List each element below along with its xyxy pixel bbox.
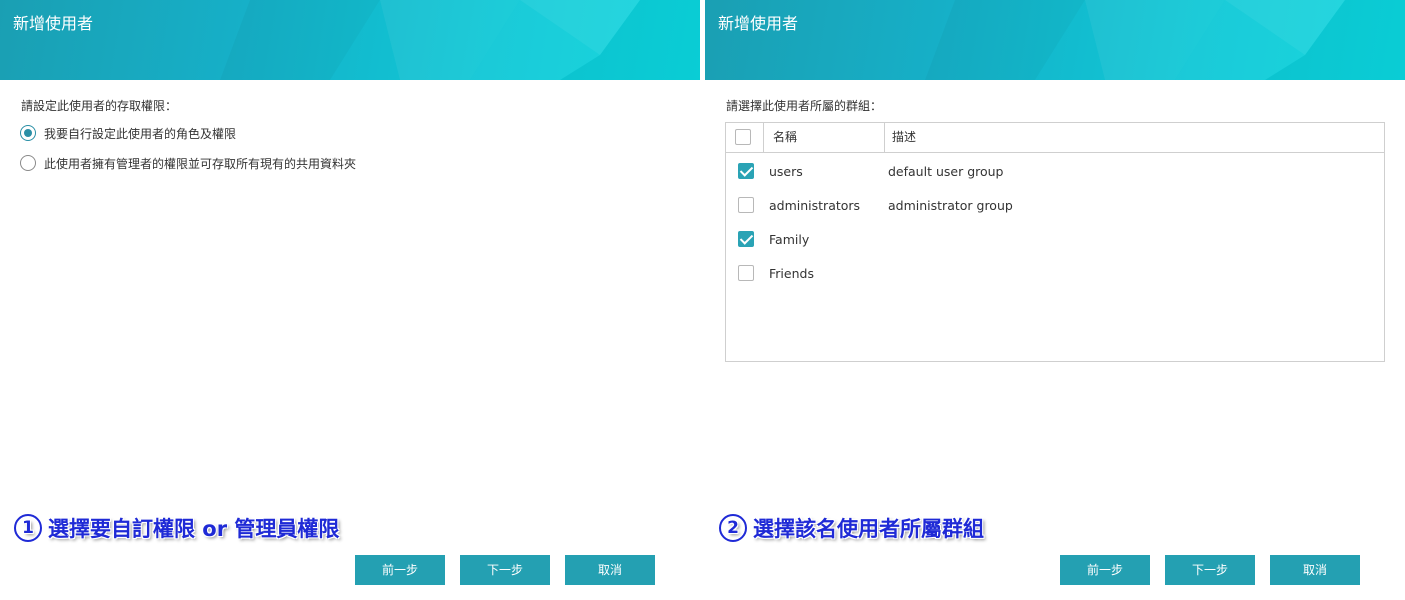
- radio-unselected-icon[interactable]: [20, 155, 36, 171]
- option-label: 我要自行設定此使用者的角色及權限: [44, 126, 237, 141]
- group-description: default user group: [888, 164, 1004, 179]
- next-button[interactable]: 下一步: [1165, 555, 1255, 585]
- select-all-checkbox[interactable]: [735, 129, 751, 145]
- group-prompt: 請選擇此使用者所屬的群組：: [726, 99, 883, 113]
- step-number: 1: [14, 514, 42, 542]
- header-check-cell: [726, 123, 764, 152]
- option-label: 此使用者擁有管理者的權限並可存取所有現有的共用資料夾: [44, 156, 357, 171]
- back-button[interactable]: 前一步: [355, 555, 445, 585]
- cancel-button[interactable]: 取消: [1270, 555, 1360, 585]
- next-button[interactable]: 下一步: [460, 555, 550, 585]
- cancel-button[interactable]: 取消: [565, 555, 655, 585]
- group-table: 名稱 描述 users default user group administr…: [725, 122, 1385, 362]
- table-row[interactable]: administrators administrator group: [726, 188, 1384, 222]
- row-checkbox-checked[interactable]: [738, 231, 754, 247]
- row-checkbox-checked[interactable]: [738, 163, 754, 179]
- step-annotation: 1 選擇要自訂權限 or 管理員權限: [14, 511, 339, 545]
- group-description: administrator group: [888, 198, 1013, 213]
- step-text: 選擇該名使用者所屬群組: [753, 517, 984, 541]
- dialog-header: 新增使用者: [0, 0, 700, 80]
- step-annotation: 2 選擇該名使用者所屬群組: [719, 511, 984, 545]
- header-background-pattern: [380, 0, 700, 80]
- table-row[interactable]: Family: [726, 222, 1384, 256]
- group-name: Friends: [769, 266, 814, 281]
- permission-dialog: 新增使用者 請設定此使用者的存取權限： 我要自行設定此使用者的角色及權限 此使用…: [0, 0, 700, 600]
- access-prompt: 請設定此使用者的存取權限：: [21, 99, 178, 113]
- row-checkbox[interactable]: [738, 197, 754, 213]
- table-row[interactable]: Friends: [726, 256, 1384, 290]
- header-background-pattern: [1085, 0, 1405, 80]
- back-button[interactable]: 前一步: [1060, 555, 1150, 585]
- step-text: 選擇要自訂權限 or 管理員權限: [48, 517, 340, 541]
- option-admin-permissions[interactable]: 此使用者擁有管理者的權限並可存取所有現有的共用資料夾: [20, 153, 356, 173]
- group-name: administrators: [769, 198, 861, 213]
- row-checkbox[interactable]: [738, 265, 754, 281]
- group-name: Family: [769, 232, 810, 247]
- group-dialog: 新增使用者 請選擇此使用者所屬的群組： 名稱 描述 users default …: [705, 0, 1405, 600]
- dialog-title: 新增使用者: [718, 14, 799, 33]
- column-header-description[interactable]: 描述: [885, 123, 916, 152]
- dialog-title: 新增使用者: [13, 14, 94, 33]
- table-header: 名稱 描述: [726, 123, 1384, 153]
- radio-selected-icon[interactable]: [20, 125, 36, 141]
- dialog-header: 新增使用者: [705, 0, 1405, 80]
- option-custom-permissions[interactable]: 我要自行設定此使用者的角色及權限: [20, 123, 236, 143]
- column-header-name[interactable]: 名稱: [764, 123, 885, 152]
- table-row[interactable]: users default user group: [726, 154, 1384, 188]
- group-name: users: [769, 164, 803, 179]
- step-number: 2: [719, 514, 747, 542]
